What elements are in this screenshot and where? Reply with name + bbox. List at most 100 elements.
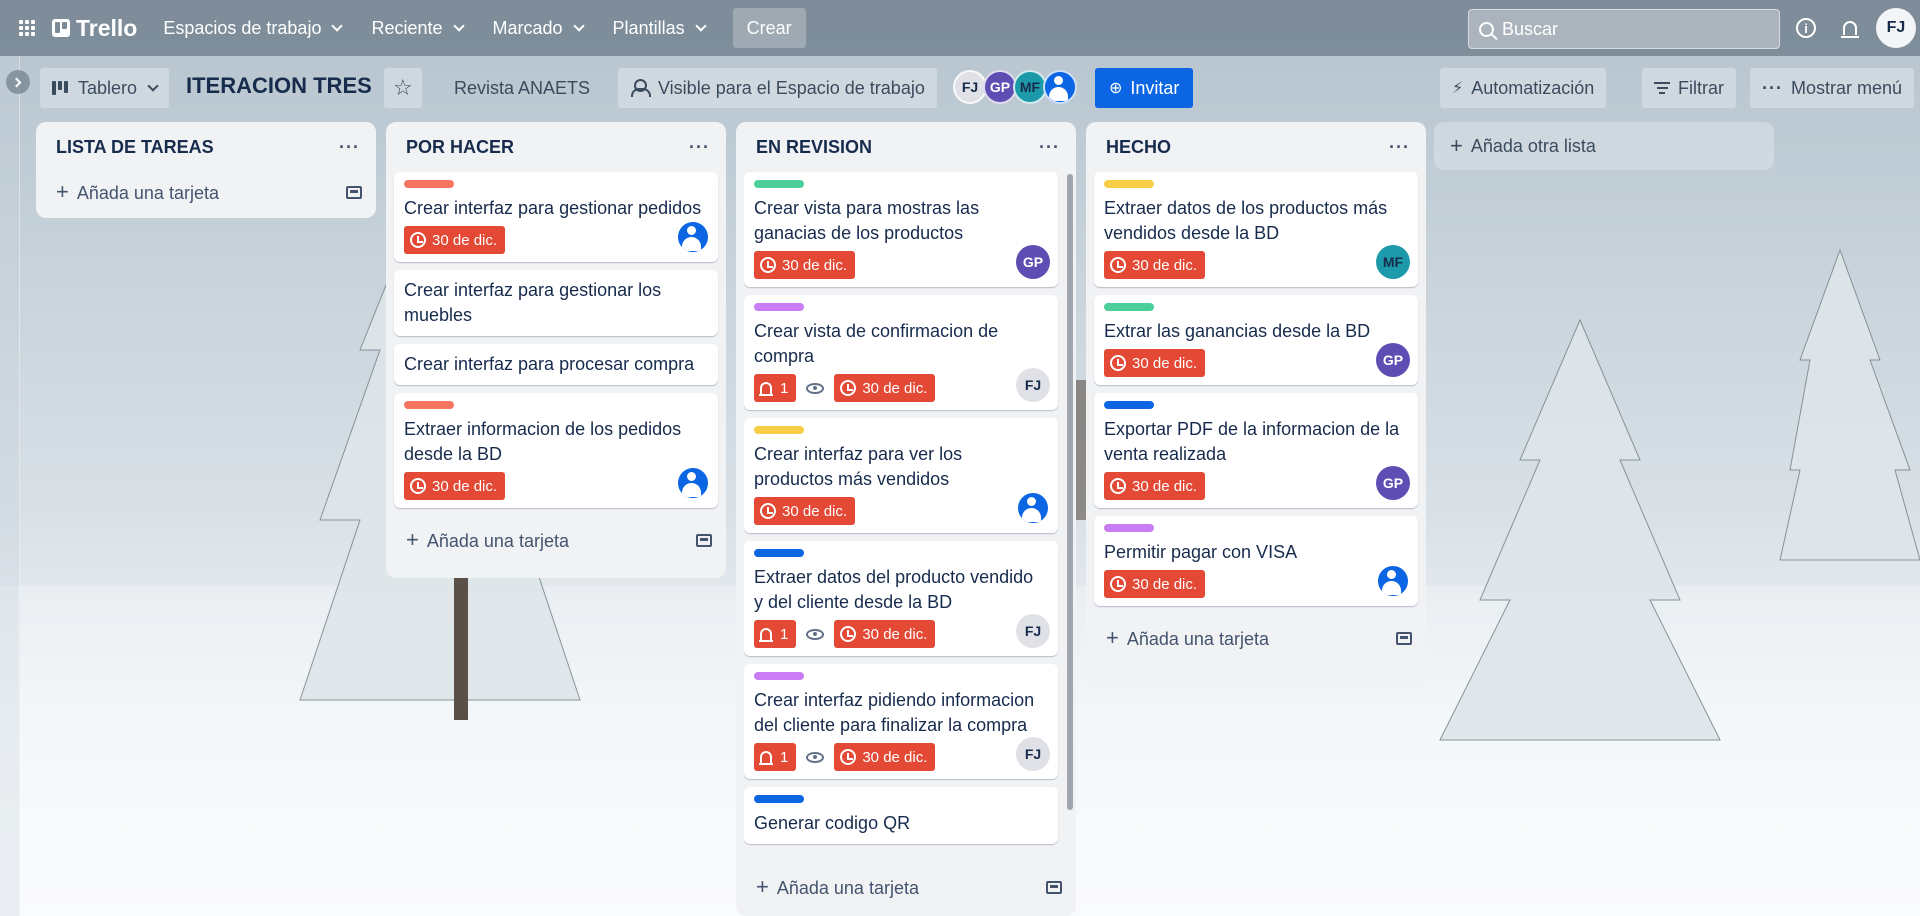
list-menu-icon[interactable]: ··· (1389, 137, 1410, 158)
card-member-avatar[interactable] (1016, 491, 1050, 525)
card-member-avatar[interactable]: FJ (1016, 737, 1050, 771)
due-date-badge[interactable]: 30 de dic. (754, 497, 856, 525)
notifications-button[interactable] (1836, 14, 1864, 42)
app-switcher-icon[interactable] (10, 11, 44, 45)
notification-badge[interactable]: 1 (754, 374, 797, 402)
list-title[interactable]: LISTA DE TAREAS (56, 137, 214, 158)
notification-badge[interactable]: 1 (754, 743, 797, 771)
card-member-avatar[interactable]: GP (1016, 245, 1050, 279)
list-menu-icon[interactable]: ··· (1039, 137, 1060, 158)
card[interactable]: Crear interfaz para gestionar los mueble… (394, 270, 718, 336)
add-card-button[interactable]: + Añada una tarjeta (394, 516, 718, 564)
card-template-icon[interactable] (1046, 880, 1062, 894)
card[interactable]: Extraer datos del producto vendido y del… (744, 541, 1058, 656)
card-member-avatar[interactable] (676, 466, 710, 500)
nav-starred[interactable]: Marcado (481, 11, 595, 45)
card-label-green[interactable] (754, 180, 804, 188)
due-date-badge[interactable]: 30 de dic. (1104, 472, 1206, 500)
card-label-red[interactable] (404, 180, 454, 188)
card[interactable]: Generar codigo QR (744, 787, 1058, 844)
card-template-icon[interactable] (346, 185, 362, 199)
card[interactable]: Crear interfaz pidiendo informacion del … (744, 664, 1058, 779)
due-date-badge[interactable]: 30 de dic. (834, 743, 936, 771)
show-menu-button[interactable]: ··· Mostrar menú (1750, 68, 1915, 108)
list-title[interactable]: POR HACER (406, 137, 514, 158)
card-label-purple[interactable] (754, 303, 804, 311)
list-menu-icon[interactable]: ··· (339, 137, 360, 158)
card[interactable]: Crear interfaz para ver los productos má… (744, 418, 1058, 533)
card[interactable]: Crear vista para mostras las ganacias de… (744, 172, 1058, 287)
expand-sidebar-button[interactable] (6, 70, 30, 94)
card-label-green[interactable] (1104, 303, 1154, 311)
due-date-badge[interactable]: 30 de dic. (1104, 349, 1206, 377)
list-title[interactable]: EN REVISION (756, 137, 872, 158)
card[interactable]: Extrar las ganancias desde la BD 30 de d… (1094, 295, 1418, 385)
add-card-button[interactable]: + Añada una tarjeta (1094, 614, 1418, 662)
add-card-button[interactable]: + Añada una tarjeta (744, 866, 1068, 908)
list-title[interactable]: HECHO (1106, 137, 1171, 158)
card-label-red[interactable] (404, 401, 454, 409)
due-date-badge[interactable]: 30 de dic. (404, 472, 506, 500)
notification-badge[interactable]: 1 (754, 620, 797, 648)
card[interactable]: Extraer datos de los productos más vendi… (1094, 172, 1418, 287)
card-member-avatar[interactable]: GP (1376, 466, 1410, 500)
search-input[interactable]: Buscar (1468, 9, 1780, 49)
scrollbar-thumb[interactable] (1067, 174, 1073, 810)
due-date-badge[interactable]: 30 de dic. (1104, 570, 1206, 598)
card-member-avatar[interactable]: GP (1376, 343, 1410, 377)
trello-logo[interactable]: Trello (52, 15, 137, 42)
card[interactable]: Extraer informacion de los pedidos desde… (394, 393, 718, 508)
list-menu-icon[interactable]: ··· (689, 137, 710, 158)
card-label-yellow[interactable] (1104, 180, 1154, 188)
list-cards-scroll[interactable]: Crear vista para mostras las ganacias de… (744, 172, 1068, 866)
card-label-blue[interactable] (1104, 401, 1154, 409)
due-date-badge[interactable]: 30 de dic. (1104, 251, 1206, 279)
card-member-avatar[interactable]: FJ (1016, 368, 1050, 402)
nav-recent[interactable]: Reciente (359, 11, 474, 45)
nav-workspaces[interactable]: Espacios de trabajo (151, 11, 353, 45)
add-list-button[interactable]: + Añada otra lista (1434, 122, 1774, 170)
card[interactable]: Exportar PDF de la informacion de la ven… (1094, 393, 1418, 508)
add-card-button[interactable]: + Añada una tarjeta (44, 172, 368, 212)
visibility-button[interactable]: Visible para el Espacio de trabajo (618, 68, 937, 108)
card[interactable]: Crear interfaz para gestionar pedidos 30… (394, 172, 718, 262)
card-member-avatar[interactable]: FJ (1016, 614, 1050, 648)
plus-icon: + (56, 179, 69, 204)
due-date-badge[interactable]: 30 de dic. (834, 620, 936, 648)
create-button[interactable]: Crear (732, 8, 806, 48)
automation-button[interactable]: ⚡ Automatización (1440, 68, 1607, 108)
clock-icon (410, 478, 426, 494)
workspace-button[interactable]: Revista ANAETS (442, 68, 602, 108)
due-date-badge[interactable]: 30 de dic. (834, 374, 936, 402)
card[interactable]: Permitir pagar con VISA 30 de dic. (1094, 516, 1418, 606)
board-title[interactable]: ITERACION TRES (186, 73, 372, 99)
card-template-icon[interactable] (1396, 631, 1412, 645)
card-member-avatar[interactable]: MF (1376, 245, 1410, 279)
card-label-yellow[interactable] (754, 426, 804, 434)
member-avatar[interactable]: FJ (953, 70, 987, 104)
member-avatar-anonymous[interactable] (1043, 70, 1077, 104)
card-member-avatar[interactable] (676, 220, 710, 254)
nav-templates[interactable]: Plantillas (601, 11, 717, 45)
due-date-badge[interactable]: 30 de dic. (754, 251, 856, 279)
view-switcher-button[interactable]: Tablero (40, 68, 170, 108)
card-member-avatar[interactable] (1376, 564, 1410, 598)
card-title: Extraer datos de los productos más vendi… (1104, 198, 1388, 243)
card[interactable]: Crear vista de confirmacion de compra 1 … (744, 295, 1058, 410)
invite-button[interactable]: ⊕ Invitar (1095, 68, 1194, 108)
star-board-button[interactable]: ☆ (384, 68, 422, 108)
account-avatar[interactable]: FJ (1876, 8, 1916, 48)
due-date-badge[interactable]: 30 de dic. (404, 226, 506, 254)
list-scrollbar[interactable] (1067, 174, 1073, 810)
card-label-blue[interactable] (754, 549, 804, 557)
card-label-purple[interactable] (1104, 524, 1154, 532)
information-button[interactable]: i (1792, 14, 1820, 42)
filter-button[interactable]: Filtrar (1642, 68, 1736, 108)
card-title: Crear interfaz pidiendo informacion del … (754, 690, 1035, 735)
member-avatar[interactable]: MF (1013, 70, 1047, 104)
card-template-icon[interactable] (696, 533, 712, 547)
card-label-blue[interactable] (754, 795, 804, 803)
card-label-purple[interactable] (754, 672, 804, 680)
member-avatar[interactable]: GP (983, 70, 1017, 104)
card[interactable]: Crear interfaz para procesar compra (394, 344, 718, 385)
